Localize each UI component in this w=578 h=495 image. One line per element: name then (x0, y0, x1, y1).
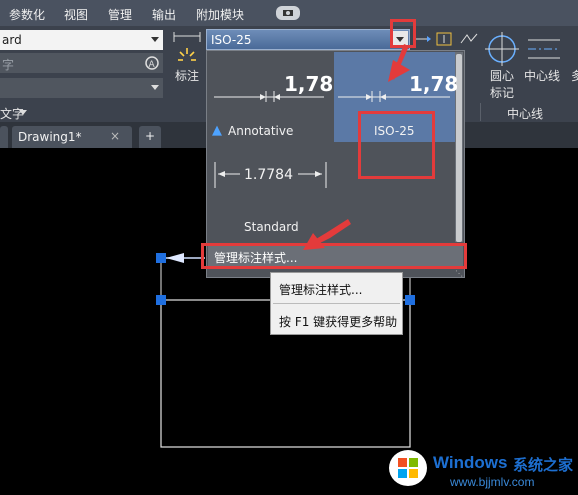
annotative-icon: ▲ (212, 123, 222, 138)
highlight-box-manage (201, 243, 467, 269)
windows-logo-icon (389, 450, 427, 486)
highlight-box-iso25 (358, 111, 435, 179)
dimension-sample-icon (338, 91, 450, 102)
watermark-brand: Windows (433, 453, 508, 472)
grip-handle (156, 253, 166, 263)
dimension-sample-icon (214, 91, 324, 102)
style-name-annotative[interactable]: Annotative (228, 124, 293, 138)
tooltip: 管理标注样式... 按 F1 键获得更多帮助 (270, 272, 403, 335)
highlight-box-dropdown (390, 19, 416, 48)
style-sample-standard: 1.7784 (244, 167, 293, 183)
tooltip-title: 管理标注样式... (279, 283, 363, 297)
grip-handle (156, 295, 166, 305)
dimension-arrow (166, 253, 184, 263)
grip-handle (405, 295, 415, 305)
tooltip-help: 按 F1 键获得更多帮助 (279, 315, 398, 329)
watermark-url: www.bjjmlv.com (450, 475, 535, 489)
resize-grip-icon[interactable]: ⋱ (455, 269, 463, 278)
tooltip-divider (273, 303, 400, 304)
watermark: Windows 系统之家 www.bjjmlv.com (380, 444, 578, 495)
watermark-cn: 系统之家 (513, 456, 574, 474)
style-name-standard[interactable]: Standard (244, 220, 299, 234)
